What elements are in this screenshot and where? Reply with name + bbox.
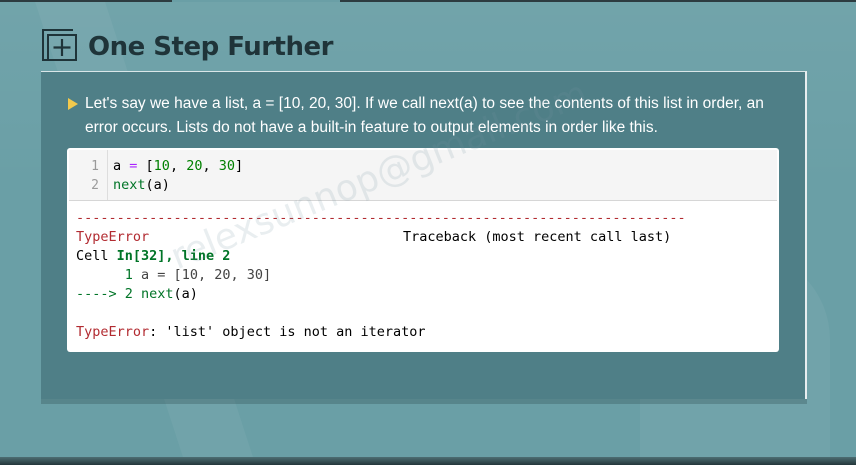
triangle-bullet-icon	[68, 98, 78, 110]
output-final-error: TypeError: 'list' object is not an itera…	[76, 323, 426, 342]
line-number: 2	[91, 178, 99, 193]
code-line-2: next(a)	[113, 177, 170, 193]
line-number: 1	[91, 159, 99, 174]
final-error-message: : 'list' object is not an iterator	[149, 324, 426, 340]
code-operator: =	[121, 158, 146, 174]
top-bar	[0, 0, 856, 2]
line-number-gutter: 1 2	[69, 150, 108, 200]
code-bracket: [	[145, 158, 154, 174]
tb-line-code: a = [10, 20, 30]	[132, 267, 272, 283]
code-line-1: a = [10, 20, 30]	[113, 158, 243, 174]
error-type: TypeError	[76, 229, 150, 245]
code-separator: ,	[169, 158, 187, 174]
code-input-area[interactable]: 1 2 a = [10, 20, 30] next(a)	[69, 150, 777, 201]
tb-function: next	[141, 286, 174, 302]
code-var: a	[113, 158, 122, 174]
code-separator: ,	[202, 158, 219, 174]
code-bracket: ]	[235, 158, 244, 174]
bottom-bar	[0, 457, 856, 465]
output-error-header: TypeError Traceback (most recent call las…	[76, 228, 671, 247]
cell-label: Cell	[76, 248, 117, 264]
code-number: 10	[153, 158, 170, 174]
code-function: next	[113, 177, 146, 193]
code-args: (a)	[145, 177, 170, 193]
cell-ref: In[32], line 2	[116, 248, 231, 264]
notebook-cell[interactable]: 1 2 a = [10, 20, 30] next(a) -----------…	[67, 148, 779, 352]
top-bar-gap	[172, 0, 340, 2]
section-title: One Step Further	[88, 32, 333, 62]
output-tb-line-2: ----> 2 next(a)	[76, 285, 198, 304]
plus-box-icon	[42, 29, 77, 61]
tb-arrow: ----> 2	[76, 286, 142, 302]
bullet-paragraph: Let's say we have a list, a = [10, 20, 3…	[85, 95, 764, 136]
tb-line-number: 1	[124, 267, 133, 283]
output-dashes: ----------------------------------------…	[76, 210, 686, 226]
code-number: 30	[218, 158, 235, 174]
output-tb-line-1: 1 a = [10, 20, 30]	[76, 266, 271, 285]
traceback-label: Traceback (most recent call last)	[403, 229, 672, 245]
final-error-type: TypeError	[76, 324, 150, 340]
tb-args: (a)	[173, 286, 198, 302]
output-cell-ref: Cell In[32], line 2	[76, 247, 230, 266]
code-number: 20	[186, 158, 203, 174]
